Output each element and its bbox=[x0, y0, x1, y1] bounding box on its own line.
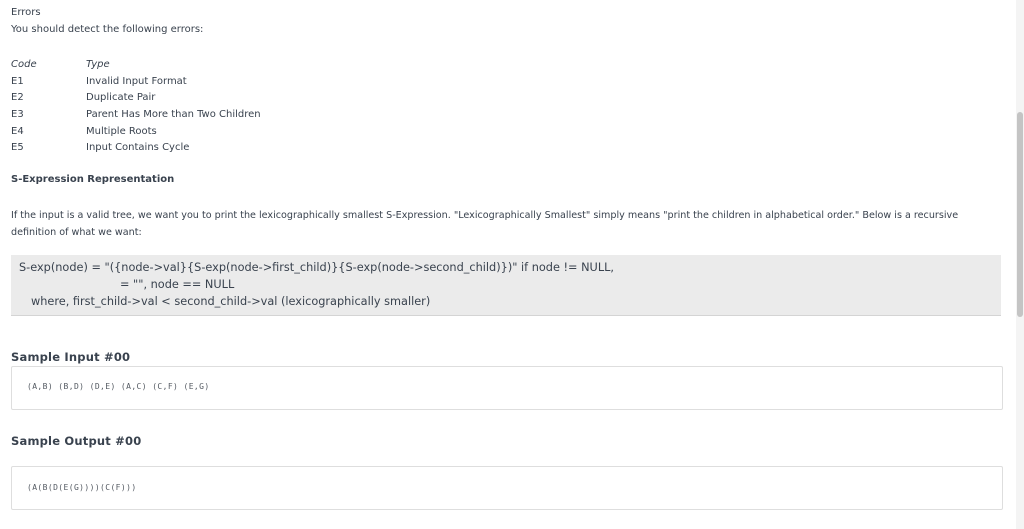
table-row: E1 Invalid Input Format bbox=[11, 73, 261, 90]
errors-intro: You should detect the following errors: bbox=[11, 24, 204, 35]
error-type: Multiple Roots bbox=[86, 125, 157, 137]
code-line: = "", node == NULL bbox=[120, 278, 235, 291]
sexp-heading: S-Expression Representation bbox=[11, 174, 175, 185]
table-row: E2 Duplicate Pair bbox=[11, 89, 261, 106]
sample-output-box[interactable]: (A(B(D(E(G))))(C(F))) bbox=[11, 466, 1003, 510]
code-line: where, first_child->val < second_child->… bbox=[31, 295, 431, 308]
problem-page: Errors You should detect the following e… bbox=[0, 0, 1024, 529]
column-header-type: Type bbox=[86, 58, 110, 70]
error-code: E1 bbox=[11, 75, 24, 87]
table-row: E3 Parent Has More than Two Children bbox=[11, 106, 261, 123]
scrollbar-thumb[interactable] bbox=[1017, 112, 1023, 317]
error-code: E3 bbox=[11, 108, 24, 120]
errors-table-header: Code Type bbox=[11, 56, 261, 73]
table-row: E5 Input Contains Cycle bbox=[11, 139, 261, 156]
error-type: Parent Has More than Two Children bbox=[86, 108, 261, 120]
sample-input-box[interactable]: (A,B) (B,D) (D,E) (A,C) (C,F) (E,G) bbox=[11, 366, 1003, 410]
errors-heading: Errors bbox=[11, 7, 41, 18]
error-type: Input Contains Cycle bbox=[86, 142, 190, 154]
error-type: Invalid Input Format bbox=[86, 75, 187, 87]
code-line: S-exp(node) = "({node->val}{S-exp(node->… bbox=[19, 261, 614, 274]
sample-input-heading: Sample Input #00 bbox=[11, 350, 131, 364]
sexp-definition-code-block: S-exp(node) = "({node->val}{S-exp(node->… bbox=[11, 255, 1001, 316]
table-row: E4 Multiple Roots bbox=[11, 123, 261, 140]
sample-input-value: (A,B) (B,D) (D,E) (A,C) (C,F) (E,G) bbox=[27, 382, 210, 391]
column-header-code: Code bbox=[11, 58, 37, 70]
error-code: E5 bbox=[11, 142, 24, 154]
sample-output-value: (A(B(D(E(G))))(C(F))) bbox=[27, 483, 137, 492]
error-code: E4 bbox=[11, 125, 24, 137]
errors-table: Code Type E1 Invalid Input Format E2 Dup… bbox=[11, 56, 261, 156]
error-type: Duplicate Pair bbox=[86, 92, 156, 104]
sexp-description: If the input is a valid tree, we want yo… bbox=[11, 210, 959, 238]
error-code: E2 bbox=[11, 92, 24, 104]
sample-output-heading: Sample Output #00 bbox=[11, 434, 142, 448]
